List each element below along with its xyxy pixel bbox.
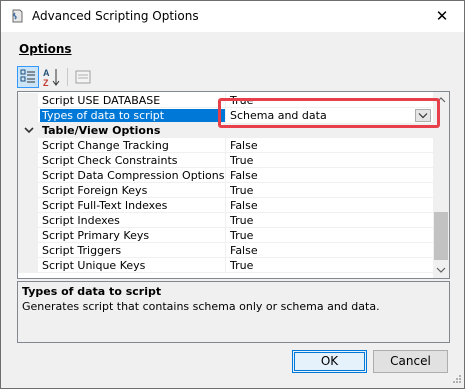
property-value[interactable]: True [230, 154, 253, 167]
options-label: Options [19, 42, 72, 56]
close-button[interactable]: ✕ [420, 1, 464, 32]
property-row[interactable]: Script Check Constraints True [18, 153, 433, 168]
property-name: Types of data to script [40, 109, 225, 122]
svg-text:A: A [43, 68, 50, 78]
property-value[interactable]: False [230, 139, 258, 152]
row-gutter [18, 153, 38, 168]
row-gutter [18, 138, 38, 153]
column-divider [225, 168, 226, 183]
property-value[interactable]: False [230, 199, 258, 212]
property-name: Script Triggers [42, 244, 122, 257]
property-value[interactable]: True [230, 229, 253, 242]
column-divider [225, 213, 226, 228]
row-gutter [18, 198, 38, 213]
property-name: Script Full-Text Indexes [42, 199, 168, 212]
scroll-down-arrow-icon[interactable] [433, 262, 449, 278]
property-row[interactable]: Script Unique Keys True [18, 258, 433, 273]
description-title: Types of data to script [22, 285, 162, 298]
collapse-chevron-icon[interactable] [24, 125, 34, 135]
annotation-highlight-box [218, 98, 440, 128]
property-value[interactable]: True [230, 184, 253, 197]
property-name: Script Data Compression Options [42, 169, 225, 182]
categorized-button[interactable] [17, 66, 39, 88]
row-gutter [18, 183, 38, 198]
property-value[interactable]: False [230, 169, 258, 182]
property-row[interactable]: Script Foreign Keys True [18, 183, 433, 198]
column-divider [225, 138, 226, 153]
property-value[interactable]: False [230, 244, 258, 257]
svg-text:Z: Z [43, 78, 49, 88]
property-pages-icon [75, 70, 91, 84]
property-name: Script Foreign Keys [42, 184, 148, 197]
property-name: Script USE DATABASE [42, 94, 161, 107]
description-panel: Types of data to script Generates script… [17, 281, 450, 343]
property-name: Script Change Tracking [42, 139, 169, 152]
cancel-button[interactable]: Cancel [373, 350, 448, 373]
column-divider [225, 153, 226, 168]
property-name: Script Check Constraints [42, 154, 178, 167]
property-name: Script Indexes [42, 214, 120, 227]
row-gutter [18, 108, 38, 123]
title-bar: Advanced Scripting Options ✕ [1, 1, 464, 32]
property-row[interactable]: Script Change Tracking False [18, 138, 433, 153]
row-gutter [18, 243, 38, 258]
toolbar-separator [67, 68, 68, 86]
scripting-options-icon [9, 8, 25, 24]
advanced-scripting-options-dialog: Advanced Scripting Options ✕ Options A Z [0, 0, 465, 389]
property-row[interactable]: Script Indexes True [18, 213, 433, 228]
property-row[interactable]: Script Full-Text Indexes False [18, 198, 433, 213]
property-name: Script Primary Keys [42, 229, 150, 242]
category-label: Table/View Options [42, 124, 161, 137]
column-divider [225, 228, 226, 243]
property-value[interactable]: True [230, 214, 253, 227]
row-gutter [18, 168, 38, 183]
column-divider [225, 198, 226, 213]
row-gutter [18, 228, 38, 243]
property-value[interactable]: True [230, 259, 253, 272]
row-gutter [18, 258, 38, 273]
row-gutter [18, 213, 38, 228]
property-row[interactable]: Script Data Compression Options False [18, 168, 433, 183]
window-title: Advanced Scripting Options [32, 9, 199, 23]
column-divider [225, 243, 226, 258]
column-divider [225, 183, 226, 198]
property-pages-button[interactable] [72, 66, 94, 88]
property-row[interactable]: Script Triggers False [18, 243, 433, 258]
description-text: Generates script that contains schema on… [22, 300, 380, 313]
alphabetical-icon: A Z [43, 68, 60, 88]
property-name: Script Unique Keys [42, 259, 146, 272]
resize-grip-icon[interactable] [450, 374, 462, 386]
categorized-icon [20, 69, 35, 83]
scroll-thumb[interactable] [434, 212, 448, 260]
ok-button[interactable]: OK [292, 350, 367, 373]
property-row[interactable]: Script Primary Keys True [18, 228, 433, 243]
row-divider [38, 272, 433, 273]
alphabetical-button[interactable]: A Z [41, 66, 63, 88]
row-gutter [18, 93, 38, 108]
column-divider [225, 258, 226, 273]
